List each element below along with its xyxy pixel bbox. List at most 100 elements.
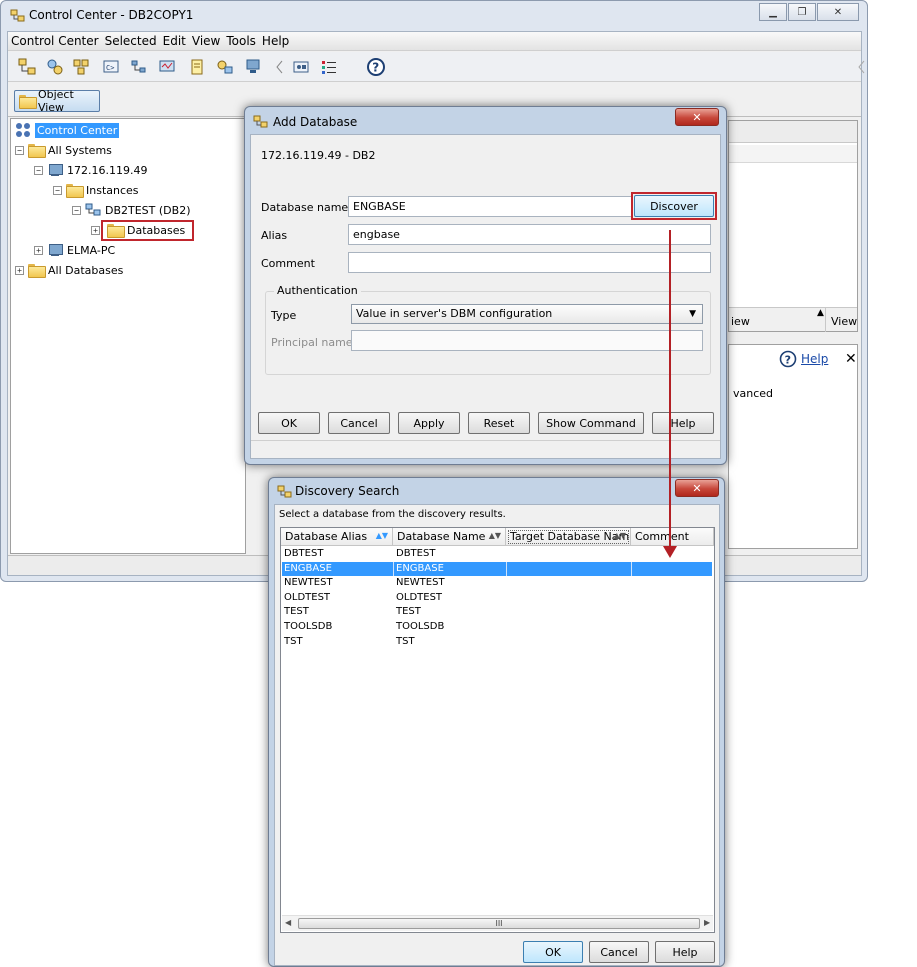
cell-target [507, 561, 632, 577]
tree-label-instance-db2test: DB2TEST (DB2) [105, 203, 191, 217]
show-command-button[interactable]: Show Command [538, 412, 644, 434]
column-header-comment[interactable]: Comment [631, 528, 714, 546]
scroll-left-icon[interactable]: ◀ [285, 918, 291, 927]
menu-tools[interactable]: Tools [223, 32, 259, 50]
close-button[interactable]: ✕ [817, 3, 859, 21]
tree-item-system-host[interactable]: − 172.16.119.49 [34, 161, 147, 179]
column-label-database-name: Database Name [397, 530, 486, 543]
expand-icon[interactable]: + [15, 265, 24, 275]
cell-name: ENGBASE [394, 561, 507, 577]
collapse-icon[interactable]: − [53, 185, 62, 195]
discovery-ok-button[interactable]: OK [523, 941, 583, 963]
comment-input[interactable] [348, 252, 711, 273]
table-row[interactable]: DBTEST DBTEST [282, 547, 712, 562]
close-details-icon[interactable]: ✕ [845, 351, 857, 367]
comment-label: Comment [261, 257, 315, 270]
annotation-arrow-head [663, 546, 677, 558]
menu-view[interactable]: View [189, 32, 223, 50]
dialog-icon [277, 485, 292, 502]
table-row[interactable]: NEWTEST NEWTEST [282, 576, 712, 591]
column-header-database-name[interactable]: Database Name ▲▼ [393, 528, 506, 546]
tree-item-all-databases[interactable]: + All Databases [15, 261, 123, 279]
help-button[interactable]: Help [652, 412, 714, 434]
journal-icon[interactable] [186, 56, 208, 78]
close-discovery-button[interactable]: ✕ [675, 479, 719, 497]
cell-comment [632, 591, 712, 606]
computer-icon [47, 163, 63, 177]
app-icon [10, 9, 25, 26]
cancel-label: Cancel [340, 416, 378, 430]
table-row-selected[interactable]: ENGBASE ENGBASE [282, 561, 712, 577]
collapse-icon[interactable]: − [15, 145, 24, 155]
scroll-right-icon[interactable]: ▶ [704, 918, 710, 927]
maximize-button[interactable]: ❐ [788, 3, 816, 21]
license-center-icon[interactable] [214, 56, 236, 78]
cell-comment [632, 605, 712, 620]
apply-button[interactable]: Apply [398, 412, 460, 434]
help-link[interactable]: ? Help [779, 350, 828, 368]
collapse-icon[interactable]: − [72, 205, 81, 215]
principal-name-input[interactable] [351, 330, 703, 351]
tree-item-all-systems[interactable]: − All Systems [15, 141, 112, 159]
sort-up-icon[interactable]: ▲ [817, 308, 824, 318]
control-center-tool-icon[interactable] [16, 56, 38, 78]
close-dialog-button[interactable]: ✕ [675, 108, 719, 126]
tree-item-elma-pc[interactable]: + ELMA-PC [34, 241, 115, 259]
configuration-assistant-icon[interactable] [242, 56, 264, 78]
cell-alias: OLDTEST [284, 591, 331, 603]
table-row[interactable]: TST TST [282, 635, 712, 650]
ok-button[interactable]: OK [258, 412, 320, 434]
cell-alias: ENGBASE [282, 561, 394, 577]
table-row[interactable]: OLDTEST OLDTEST [282, 591, 712, 606]
replication-center-icon[interactable] [44, 56, 66, 78]
menu-edit[interactable]: Edit [160, 32, 189, 50]
tree-label-databases: Databases [127, 223, 186, 237]
database-name-input[interactable]: ENGBASE [348, 196, 633, 217]
task-center-icon[interactable] [128, 56, 150, 78]
tree-label-system-host: 172.16.119.49 [67, 163, 148, 177]
tree-item-databases[interactable]: + Databases [91, 219, 195, 241]
expand-icon[interactable]: + [91, 225, 100, 235]
menu-control-center[interactable]: Control Center [8, 32, 102, 50]
table-row[interactable]: TOOLSDB TOOLSDB [282, 620, 712, 635]
discovery-help-button[interactable]: Help [655, 941, 715, 963]
menu-selected[interactable]: Selected [102, 32, 160, 50]
title-bar[interactable]: Control Center - DB2COPY1 ▁ ❐ ✕ [1, 1, 867, 31]
folder-icon [19, 95, 37, 109]
column-header-database-alias[interactable]: Database Alias ▲▼ [281, 528, 393, 546]
cell-alias: DBTEST [284, 548, 324, 559]
tools-settings-icon[interactable] [290, 56, 312, 78]
table-row[interactable]: TEST TEST [282, 605, 712, 620]
cell-alias: TEST [284, 606, 309, 618]
collapse-icon[interactable]: − [34, 165, 43, 175]
command-editor-icon[interactable]: C> [100, 56, 122, 78]
tree-item-instance-db2test[interactable]: − DB2TEST (DB2) [72, 201, 190, 219]
help-icon[interactable]: ? [365, 56, 387, 78]
database-name-value: ENGBASE [353, 200, 406, 213]
discovery-cancel-button[interactable]: Cancel [589, 941, 649, 963]
health-center-icon[interactable] [156, 56, 178, 78]
satellite-admin-icon[interactable] [70, 56, 92, 78]
svg-text:?: ? [785, 353, 791, 366]
cancel-button[interactable]: Cancel [328, 412, 390, 434]
minimize-button[interactable]: ▁ [759, 3, 787, 21]
svg-text:?: ? [372, 61, 379, 75]
expand-icon[interactable]: + [34, 245, 43, 255]
horizontal-scrollbar[interactable]: ◀ III ▶ [282, 915, 713, 931]
legend-list-icon[interactable] [318, 56, 340, 78]
tree-label-instances: Instances [86, 183, 139, 197]
tree-label-elma-pc: ELMA-PC [67, 243, 116, 257]
menu-help[interactable]: Help [259, 32, 292, 50]
object-view-button[interactable]: Object View [14, 88, 100, 114]
discover-button[interactable]: Discover [634, 195, 714, 217]
column-header-target-database-name[interactable]: Target Database Name ▲▼ [506, 528, 631, 546]
cell-name: NEWTEST [396, 577, 445, 589]
tree-item-control-center[interactable]: Control Center [15, 121, 120, 139]
scroll-thumb[interactable]: III [298, 918, 700, 929]
alias-input[interactable]: engbase [348, 224, 711, 245]
reset-button[interactable]: Reset [468, 412, 530, 434]
tree-item-instances[interactable]: − Instances [53, 181, 139, 199]
view-button[interactable]: View [825, 308, 857, 332]
reset-label: Reset [483, 416, 515, 430]
authentication-type-select[interactable]: Value in server's DBM configuration ▼ [351, 304, 703, 324]
